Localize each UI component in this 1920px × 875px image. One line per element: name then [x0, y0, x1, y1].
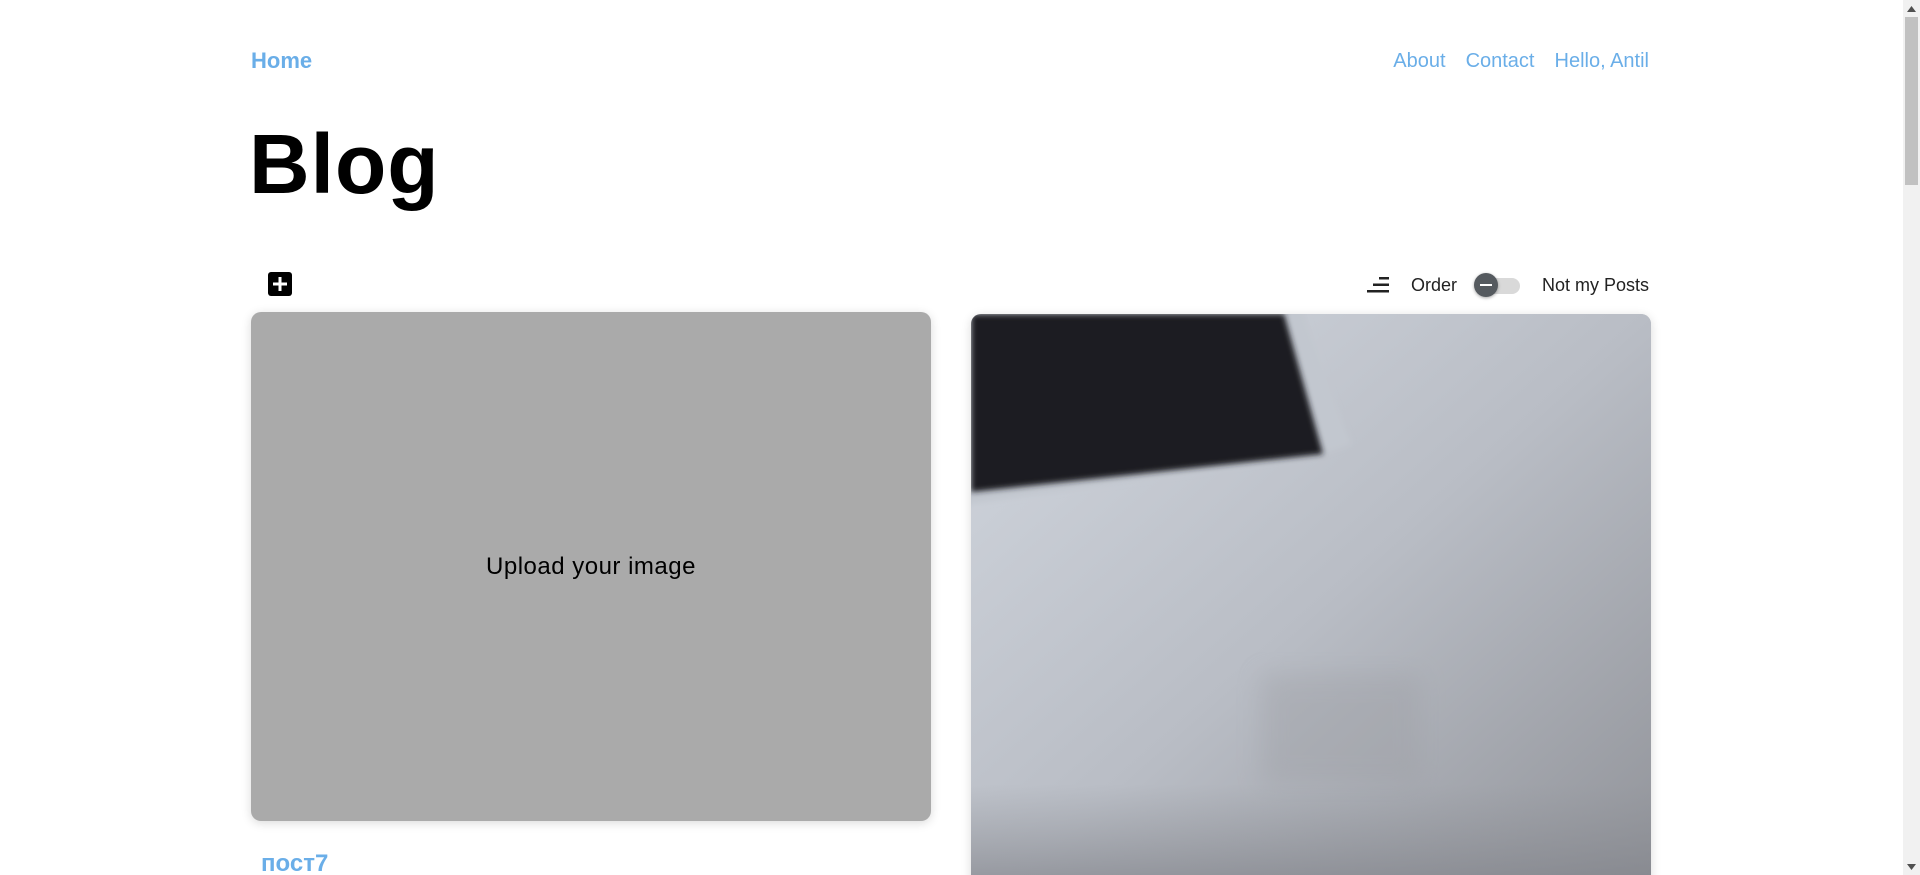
nav-user-greeting-link[interactable]: Hello, Antil	[1555, 50, 1650, 73]
upload-image-text: Upload your image	[486, 552, 696, 580]
minus-icon	[1479, 284, 1492, 286]
main-container: Home About Contact Hello, Antil Blog Ord…	[249, 0, 1651, 875]
toolbar-controls: Order Not my Posts	[1365, 271, 1649, 299]
photo-image	[971, 314, 1651, 875]
scroll-up-arrow-icon[interactable]	[1903, 0, 1920, 17]
plus-square-icon	[273, 277, 287, 291]
scrollbar-thumb[interactable]	[1905, 17, 1918, 185]
post-title-link[interactable]: пост7	[261, 850, 328, 875]
page-title: Blog	[249, 117, 440, 211]
post-card: Upload your image пост7	[251, 312, 931, 875]
not-my-posts-label: Not my Posts	[1541, 274, 1649, 295]
image-upload-area[interactable]: Upload your image	[251, 312, 931, 821]
post-image[interactable]	[971, 314, 1651, 875]
sort-icon[interactable]	[1365, 274, 1391, 296]
post-card	[971, 314, 1651, 875]
toggle-thumb	[1473, 273, 1498, 297]
order-label: Order	[1410, 274, 1457, 295]
page: Home About Contact Hello, Antil Blog Ord…	[0, 0, 1920, 875]
nav-about-link[interactable]: About	[1393, 50, 1445, 73]
nav-contact-link[interactable]: Contact	[1466, 50, 1535, 73]
scroll-down-arrow-icon[interactable]	[1903, 858, 1920, 875]
vertical-scrollbar[interactable]	[1903, 0, 1920, 875]
nav-links: About Contact Hello, Antil	[1393, 50, 1649, 73]
nav-home-link[interactable]: Home	[251, 48, 312, 74]
not-my-posts-toggle[interactable]	[1473, 271, 1520, 299]
add-post-button[interactable]	[268, 272, 292, 296]
